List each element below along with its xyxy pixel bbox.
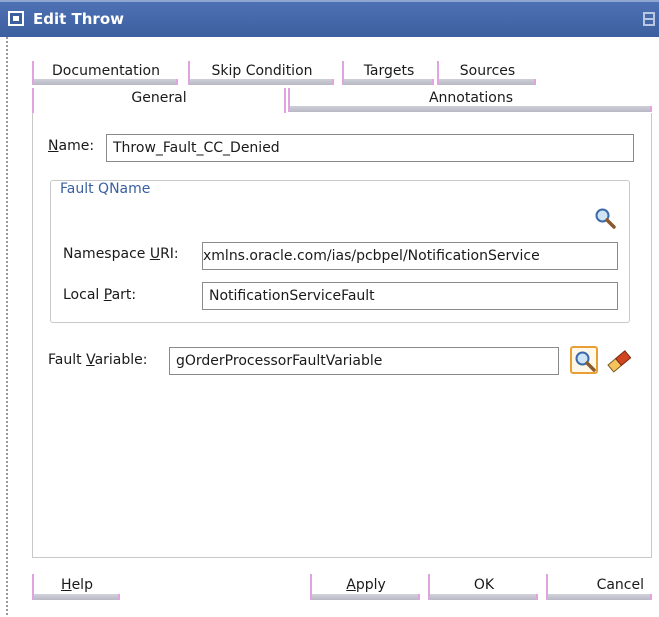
tab-annotations[interactable]: Annotations [288, 88, 652, 112]
eraser-icon[interactable] [604, 348, 634, 374]
tab-general[interactable]: General [32, 88, 286, 114]
local-part-field[interactable]: NotificationServiceFault [202, 282, 618, 310]
local-part-label: Local Part: [63, 287, 137, 303]
tab-skip-condition[interactable]: Skip Condition [188, 61, 334, 85]
namespace-uri-field[interactable]: xmlns.oracle.com/ias/pcbpel/Notification… [202, 242, 618, 270]
tab-targets[interactable]: Targets [342, 61, 434, 85]
tab-skip-condition-label: Skip Condition [211, 63, 313, 79]
ok-button-label: OK [473, 577, 495, 593]
name-field[interactable]: Throw_Fault_CC_Denied [106, 134, 634, 162]
window-border [6, 37, 8, 617]
fault-qname-legend: Fault QName [58, 181, 153, 197]
namespace-uri-label: Namespace URI: [63, 246, 179, 262]
tab-annotations-label: Annotations [428, 90, 514, 106]
tab-targets-label: Targets [363, 63, 415, 79]
tab-sources[interactable]: Sources [437, 61, 536, 85]
ok-button[interactable]: OK [428, 574, 538, 600]
apply-button[interactable]: Apply [310, 574, 420, 600]
tab-documentation-label: Documentation [52, 63, 160, 79]
browse-variable-button[interactable] [570, 346, 598, 374]
search-icon[interactable] [594, 207, 616, 229]
cancel-button[interactable]: Cancel [546, 574, 652, 600]
cancel-button-label: Cancel [596, 577, 644, 593]
tab-sources-label: Sources [459, 63, 516, 79]
title-bar: Edit Throw [0, 0, 659, 37]
edit-throw-dialog: Edit Throw Documentation Skip Condition … [0, 0, 659, 617]
browse-variable-icon [575, 351, 596, 372]
window-title: Edit Throw [33, 10, 124, 28]
window-menu-icon[interactable] [8, 11, 24, 26]
tab-general-label: General [131, 90, 187, 106]
tab-documentation[interactable]: Documentation [32, 61, 178, 85]
help-button[interactable]: Help [32, 574, 120, 600]
name-label: Name: [48, 138, 95, 154]
namespace-uri-value: xmlns.oracle.com/ias/pcbpel/Notification… [203, 248, 540, 264]
fault-variable-label: Fault Variable: [48, 352, 148, 368]
fault-variable-field[interactable]: gOrderProcessorFaultVariable [169, 347, 559, 375]
maximize-icon[interactable] [643, 12, 655, 26]
